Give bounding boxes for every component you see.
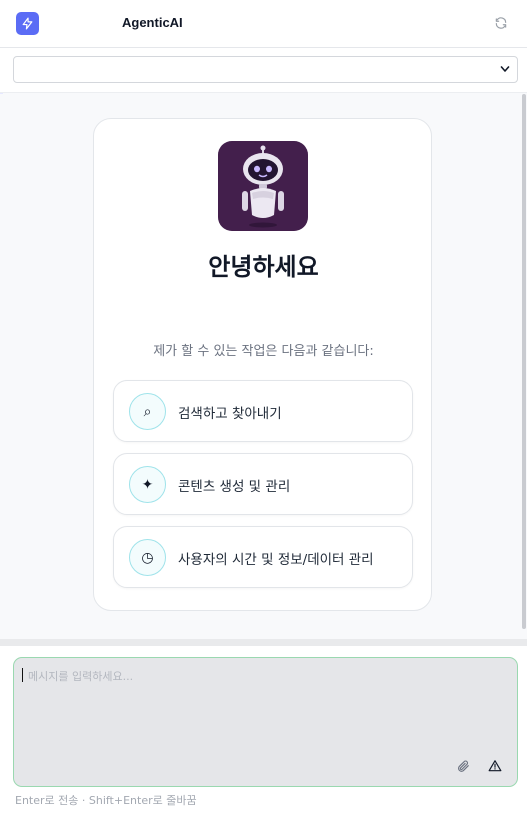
paperclip-icon[interactable]: [455, 758, 471, 774]
sparkle-icon: ✦: [129, 466, 166, 503]
warning-icon[interactable]: [487, 758, 503, 774]
capabilities-subtitle: 제가 할 수 있는 작업은 다음과 같습니다:: [153, 344, 374, 359]
option-label: 검색하고 찾아내기: [178, 406, 282, 422]
chat-area: 안녕하세요 제가 할 수 있는 작업은 다음과 같습니다: ⌕ 검색하고 찾아내…: [0, 94, 527, 639]
app-title: AgenticAI: [122, 15, 183, 30]
option-label: 사용자의 시간 및 정보/데이터 관리: [178, 552, 374, 568]
clock-icon: ◷: [129, 539, 166, 576]
composer-area: 메시지를 입력하세요... Enter로 전송 · Shift+Enter로 줄…: [0, 646, 527, 816]
search-icon: ⌕: [129, 393, 166, 430]
selector-bar: [0, 48, 527, 93]
text-caret: [22, 668, 23, 682]
model-select[interactable]: [13, 56, 518, 83]
lightning-icon[interactable]: [16, 12, 39, 35]
option-content[interactable]: ✦ 콘텐츠 생성 및 관리: [113, 453, 413, 515]
option-search[interactable]: ⌕ 검색하고 찾아내기: [113, 380, 413, 442]
message-input[interactable]: 메시지를 입력하세요...: [13, 657, 518, 787]
refresh-icon[interactable]: [493, 15, 509, 31]
scrollbar[interactable]: [522, 94, 526, 629]
option-label: 콘텐츠 생성 및 관리: [178, 479, 291, 495]
greeting-title: 안녕하세요: [208, 253, 319, 281]
chevron-down-icon: [500, 66, 510, 72]
app-window: AgenticAI 안녕하세요 제가 할 수 있는 작업은 다음과 같습니다: …: [0, 0, 527, 816]
option-time-data[interactable]: ◷ 사용자의 시간 및 정보/데이터 관리: [113, 526, 413, 588]
robot-avatar: [218, 141, 308, 231]
keyboard-hint: Enter로 전송 · Shift+Enter로 줄바꿈: [15, 794, 197, 807]
divider: [0, 639, 527, 646]
welcome-card: 안녕하세요 제가 할 수 있는 작업은 다음과 같습니다: ⌕ 검색하고 찾아내…: [93, 118, 432, 611]
input-placeholder: 메시지를 입력하세요...: [28, 670, 134, 683]
header: AgenticAI: [0, 0, 527, 48]
